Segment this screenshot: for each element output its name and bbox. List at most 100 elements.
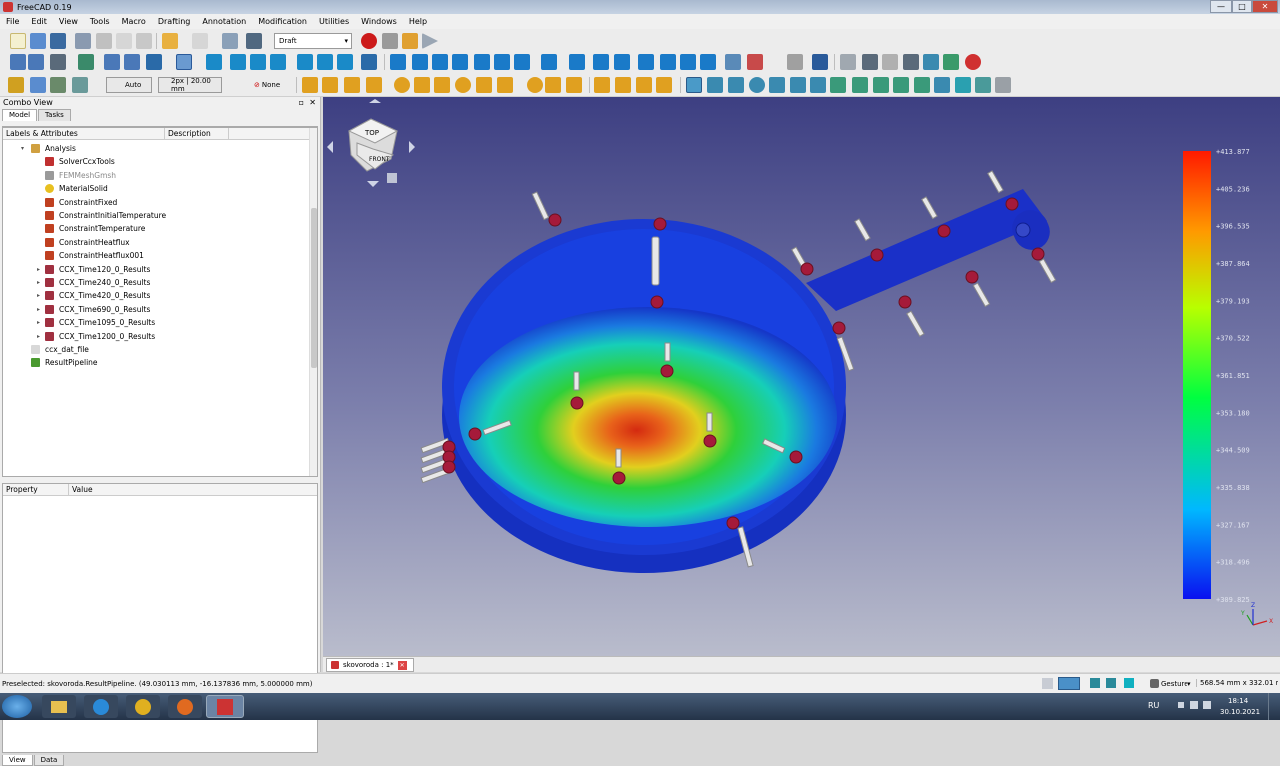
col-value[interactable]: Value bbox=[69, 484, 93, 495]
autogroup-button[interactable]: ⊘ None bbox=[250, 77, 288, 93]
folder-icon[interactable] bbox=[30, 77, 46, 93]
taskbar-freecad[interactable] bbox=[206, 695, 244, 718]
snap-center-icon[interactable] bbox=[749, 77, 765, 93]
left-view-icon[interactable] bbox=[337, 54, 353, 70]
text-icon[interactable] bbox=[594, 77, 610, 93]
menu-help[interactable]: Help bbox=[403, 14, 433, 29]
expand-arrow-right-icon[interactable]: ▸ bbox=[37, 319, 43, 326]
toggle-mode-icon[interactable] bbox=[903, 54, 919, 70]
menu-modification[interactable]: Modification bbox=[252, 14, 313, 29]
clock-date[interactable]: 30.10.2021 bbox=[1220, 708, 1260, 716]
snap-special-icon[interactable] bbox=[873, 77, 889, 93]
copy-icon[interactable] bbox=[116, 33, 132, 49]
draft-to-sketch-icon[interactable] bbox=[660, 54, 676, 70]
tree-item[interactable]: ConstraintHeatflux bbox=[45, 236, 130, 249]
tree-item[interactable]: ConstraintInitialTemperature bbox=[45, 209, 166, 222]
open-file-icon[interactable] bbox=[30, 33, 46, 49]
save-icon[interactable] bbox=[50, 33, 66, 49]
menu-edit[interactable]: Edit bbox=[25, 14, 53, 29]
fem-result-scene[interactable]: TOP FRONT +413.877+405.236+396.535+387.8… bbox=[323, 97, 1280, 656]
new-document-icon[interactable] bbox=[10, 33, 26, 49]
scale-icon[interactable] bbox=[432, 54, 448, 70]
nav-arrow-right-icon[interactable] bbox=[409, 141, 415, 153]
start-button[interactable] bbox=[2, 695, 32, 718]
measure-icon[interactable] bbox=[361, 54, 377, 70]
mirror-icon[interactable] bbox=[514, 54, 530, 70]
expand-arrow-right-icon[interactable]: ▸ bbox=[37, 279, 43, 286]
float-panel-icon[interactable]: ▫ bbox=[299, 97, 304, 109]
front-view-icon[interactable] bbox=[230, 54, 246, 70]
add-to-group-icon[interactable] bbox=[50, 77, 66, 93]
network-icon[interactable] bbox=[1190, 701, 1198, 709]
taskbar-firefox[interactable] bbox=[168, 695, 202, 718]
snap-arc3-icon[interactable] bbox=[414, 77, 430, 93]
expand-arrow-right-icon[interactable]: ▸ bbox=[37, 333, 43, 340]
snap-extension-icon[interactable] bbox=[830, 77, 846, 93]
expand-arrow-right-icon[interactable]: ▸ bbox=[37, 306, 43, 313]
tree-item[interactable]: ▸ CCX_Time420_0_Results bbox=[37, 289, 150, 302]
tree-item[interactable]: MaterialSolid bbox=[45, 182, 108, 195]
close-panel-icon[interactable]: ✕ bbox=[309, 97, 316, 109]
tree-item[interactable]: SolverCcxTools bbox=[45, 155, 115, 168]
layer-icon[interactable] bbox=[840, 54, 856, 70]
document-tab[interactable]: skovoroda : 1* ✕ bbox=[326, 658, 414, 672]
tab-model[interactable]: Model bbox=[2, 109, 38, 121]
menu-utilities[interactable]: Utilities bbox=[313, 14, 355, 29]
apply-style-icon[interactable] bbox=[965, 54, 981, 70]
offset-icon[interactable] bbox=[452, 54, 468, 70]
snap-intersection-icon[interactable] bbox=[790, 77, 806, 93]
expand-arrow-right-icon[interactable]: ▸ bbox=[37, 266, 43, 273]
snap-status-icon[interactable] bbox=[1124, 678, 1134, 688]
snap-lock-icon[interactable] bbox=[686, 77, 702, 93]
shapestring-icon[interactable] bbox=[566, 77, 582, 93]
snap-status-icon[interactable] bbox=[1090, 678, 1100, 688]
tree-item[interactable]: ▸ CCX_Time240_0_Results bbox=[37, 276, 150, 289]
tree-item[interactable]: ConstraintHeatflux001 bbox=[45, 249, 144, 262]
snap-ellipse-icon[interactable] bbox=[434, 77, 450, 93]
tab-view[interactable]: View bbox=[2, 755, 33, 766]
tree-item[interactable]: FEMMeshGmsh bbox=[45, 169, 116, 182]
snap-near-icon[interactable] bbox=[893, 77, 909, 93]
facebinder-icon[interactable] bbox=[545, 77, 561, 93]
nav-arrow-up-icon[interactable] bbox=[369, 99, 381, 103]
dimension-icon[interactable] bbox=[615, 77, 631, 93]
expand-arrow-right-icon[interactable]: ▸ bbox=[37, 292, 43, 299]
join-icon[interactable] bbox=[541, 54, 557, 70]
isometric-view-icon[interactable] bbox=[206, 54, 222, 70]
array-icon[interactable] bbox=[725, 54, 741, 70]
right-view-icon[interactable] bbox=[270, 54, 286, 70]
snap-parallel-icon[interactable] bbox=[852, 77, 868, 93]
macro-run-icon[interactable] bbox=[422, 33, 438, 49]
snap-polygon-icon[interactable] bbox=[455, 77, 471, 93]
col-labels-attributes[interactable]: Labels & Attributes bbox=[3, 128, 165, 139]
working-plane-icon[interactable] bbox=[882, 54, 898, 70]
maximize-button[interactable]: □ bbox=[1232, 0, 1252, 13]
paste-icon[interactable] bbox=[136, 33, 152, 49]
snap-arc-icon[interactable] bbox=[366, 77, 382, 93]
fit-all-icon[interactable] bbox=[10, 54, 26, 70]
3d-viewport[interactable]: TOP FRONT +413.877 +405.236 +396.535 +38… bbox=[323, 97, 1280, 656]
arrow-up-icon[interactable] bbox=[680, 54, 696, 70]
snap-grid-icon[interactable] bbox=[934, 77, 950, 93]
tree-item[interactable]: ▸ CCX_Time690_0_Results bbox=[37, 303, 150, 316]
nav-arrow-down-icon[interactable] bbox=[367, 181, 379, 187]
clock-time[interactable]: 18:14 bbox=[1228, 697, 1248, 705]
label-icon[interactable] bbox=[636, 77, 652, 93]
snap-toggle-icon[interactable] bbox=[1042, 678, 1053, 689]
snap-bspline-icon[interactable] bbox=[497, 77, 513, 93]
redo-icon[interactable] bbox=[192, 33, 208, 49]
set-working-plane-icon[interactable] bbox=[8, 77, 24, 93]
taskbar-app[interactable] bbox=[126, 695, 160, 718]
rotate-icon[interactable] bbox=[412, 54, 428, 70]
navigation-style-button[interactable]: Gesture ▾ bbox=[1150, 679, 1191, 688]
tab-tasks[interactable]: Tasks bbox=[38, 109, 71, 121]
undo-icon[interactable] bbox=[162, 33, 178, 49]
upgrade-icon[interactable] bbox=[593, 54, 609, 70]
snap-circle-icon[interactable] bbox=[394, 77, 410, 93]
downgrade-icon[interactable] bbox=[614, 54, 630, 70]
tree-item[interactable]: ConstraintFixed bbox=[45, 196, 117, 209]
nav-arrow-left-icon[interactable] bbox=[327, 141, 333, 153]
arrow-down-icon[interactable] bbox=[700, 54, 716, 70]
tree-scrollbar[interactable] bbox=[309, 128, 317, 476]
clone-icon[interactable] bbox=[787, 54, 803, 70]
